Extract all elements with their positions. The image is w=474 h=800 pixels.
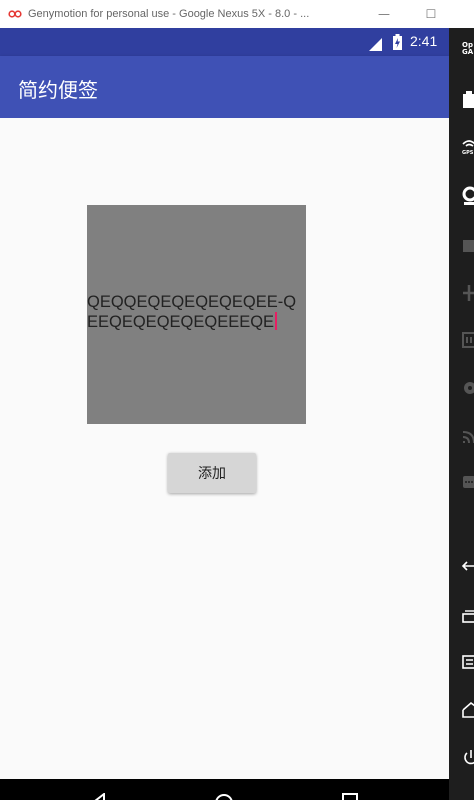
note-edit-box[interactable]: QEQQEQEQEQEQEQEE-QEEQEQEQEQEQEEEQE bbox=[87, 205, 306, 424]
note-text: QEQQEQEQEQEQEQEE-QEEQEQEQEQEQEEEQE bbox=[87, 292, 297, 331]
app-title: 简约便签 bbox=[18, 78, 98, 102]
window-title-bar: Genymotion for personal use - Google Nex… bbox=[0, 0, 474, 29]
side-power-icon[interactable] bbox=[461, 748, 474, 772]
recents-icon[interactable] bbox=[342, 793, 358, 800]
main-content: QEQQEQEQEQEQEQEE-QEEQEQEQEQEQEEEQE 添加 bbox=[0, 118, 449, 779]
disk-widget-icon[interactable] bbox=[461, 378, 474, 402]
id-widget-icon[interactable] bbox=[461, 330, 474, 354]
gps-widget-icon[interactable]: GPS bbox=[461, 136, 474, 160]
battery-widget-icon[interactable] bbox=[461, 90, 474, 114]
window-title: Genymotion for personal use - Google Nex… bbox=[28, 8, 310, 20]
navigation-bar bbox=[0, 779, 449, 800]
app-bar: 简约便签 bbox=[0, 56, 449, 118]
genymotion-logo-icon bbox=[8, 10, 24, 18]
status-time: 2:41 bbox=[410, 33, 438, 49]
home-icon[interactable] bbox=[214, 793, 234, 800]
side-menu-icon[interactable] bbox=[461, 652, 474, 676]
battery-charging-icon bbox=[393, 34, 402, 54]
move-widget-icon[interactable] bbox=[461, 283, 474, 307]
maximize-button[interactable]: ☐ bbox=[411, 0, 451, 28]
network-widget-icon[interactable] bbox=[461, 426, 474, 450]
add-button[interactable]: 添加 bbox=[168, 453, 256, 493]
status-bar: 2:41 bbox=[0, 28, 449, 56]
side-recents-icon[interactable] bbox=[461, 606, 474, 630]
side-home-icon[interactable] bbox=[461, 700, 474, 724]
minimize-button[interactable]: — bbox=[364, 0, 404, 28]
svg-text:GPS: GPS bbox=[462, 150, 474, 156]
side-back-icon[interactable] bbox=[461, 556, 474, 580]
text-cursor bbox=[275, 311, 278, 330]
capture-widget-icon[interactable] bbox=[461, 236, 474, 260]
signal-icon bbox=[369, 36, 382, 55]
sms-widget-icon[interactable] bbox=[461, 472, 474, 496]
side-panel-logo: Op GA bbox=[462, 41, 474, 56]
webcam-widget-icon[interactable] bbox=[461, 186, 474, 210]
back-icon[interactable] bbox=[92, 793, 108, 800]
emulator-side-panel: Op GA GPS bbox=[449, 28, 474, 800]
